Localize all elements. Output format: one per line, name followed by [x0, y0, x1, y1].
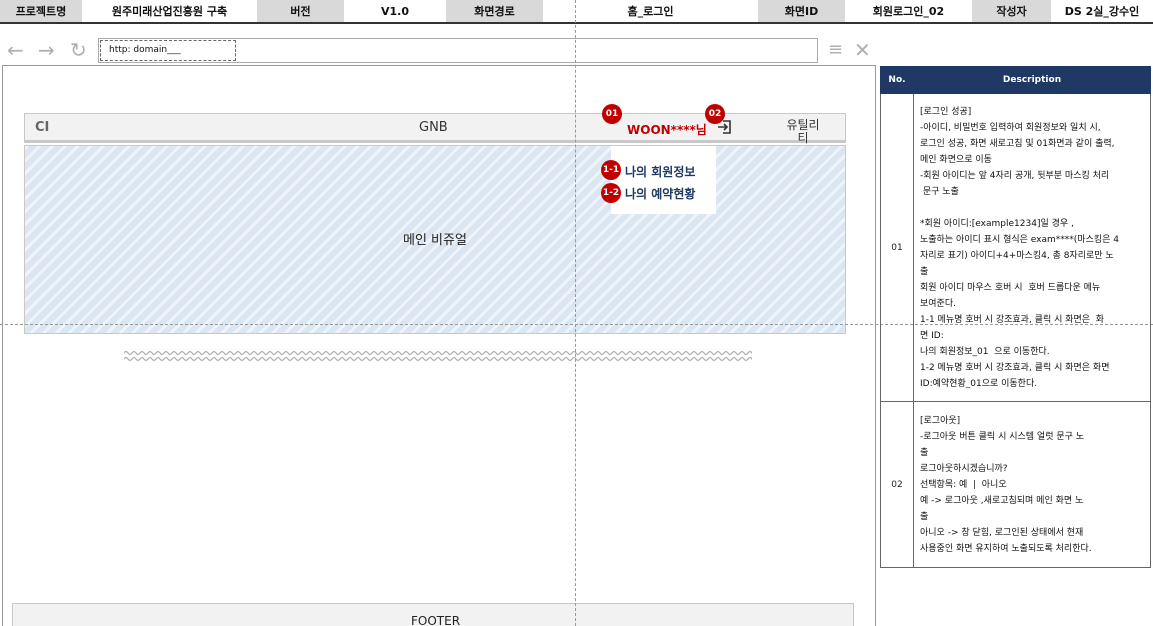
col-no-header: No.: [880, 66, 914, 94]
gnb-menu[interactable]: GNB: [419, 120, 448, 135]
badge-1-1: 1-1: [601, 160, 621, 180]
forward-arrow-icon[interactable]: →: [38, 40, 55, 60]
user-id-link[interactable]: WOON****님: [627, 121, 707, 138]
utility-menu[interactable]: 유틸리티: [785, 119, 821, 145]
row-no: 02: [880, 401, 914, 568]
main-visual-label: 메인 비쥬얼: [403, 233, 467, 248]
refresh-icon[interactable]: ↻: [70, 40, 87, 60]
project-label: 프로젝트명: [0, 0, 82, 22]
screen-id-label: 화면ID: [758, 0, 845, 22]
browser-toolbar: ← → ↻ http: domain___ ≡ ✕: [0, 34, 880, 66]
path-label: 화면경로: [446, 0, 543, 22]
author-label: 작성자: [972, 0, 1051, 22]
url-bar[interactable]: http: domain___: [98, 38, 818, 63]
badge-02: 02: [705, 104, 725, 124]
row-description: [로그인 성공] -아이디, 비밀번호 입력하여 회원정보와 일치 시, 로그인…: [913, 93, 1151, 402]
row-no: 01: [880, 93, 914, 402]
badge-1-2: 1-2: [601, 183, 621, 203]
back-arrow-icon[interactable]: ←: [7, 40, 24, 60]
table-row: 01 [로그인 성공] -아이디, 비밀번호 입력하여 회원정보와 일치 시, …: [880, 93, 1151, 402]
url-text[interactable]: http: domain___: [100, 40, 236, 61]
screen-id-value: 회원로그인_02: [845, 0, 972, 22]
wave-separator-icon: [124, 350, 752, 362]
dropdown-item-member-info[interactable]: 나의 회원정보: [625, 163, 695, 180]
hamburger-icon[interactable]: ≡: [828, 40, 843, 60]
footer: FOOTER: [12, 603, 854, 626]
badge-01: 01: [602, 104, 622, 124]
table-row: 02 [로그아웃] -로그아웃 버튼 클릭 시 시스템 얼럿 문구 노 출 로그…: [880, 401, 1151, 568]
version-value: V1.0: [344, 0, 446, 22]
project-value: 원주미래산업진흥원 구축: [82, 0, 257, 22]
spec-header: 프로젝트명 원주미래산업진흥원 구축 버전 V1.0 화면경로 홈_로그인 화면…: [0, 0, 1153, 24]
user-dropdown-menu: 나의 회원정보 나의 예약현황: [611, 146, 716, 214]
version-label: 버전: [257, 0, 344, 22]
description-table: No. Description 01 [로그인 성공] -아이디, 비밀번호 입…: [880, 66, 1151, 568]
col-desc-header: Description: [913, 66, 1151, 94]
guide-line-vertical: [575, 0, 576, 626]
main-visual: 메인 비쥬얼: [24, 145, 846, 334]
ci-logo[interactable]: CI: [35, 120, 49, 135]
footer-label: FOOTER: [411, 614, 461, 626]
dropdown-item-reservation[interactable]: 나의 예약현황: [625, 185, 695, 202]
author-value: DS 2실_강수인: [1051, 0, 1153, 22]
row-description: [로그아웃] -로그아웃 버튼 클릭 시 시스템 얼럿 문구 노 출 로그아웃하…: [913, 401, 1151, 568]
close-icon[interactable]: ✕: [854, 40, 871, 60]
